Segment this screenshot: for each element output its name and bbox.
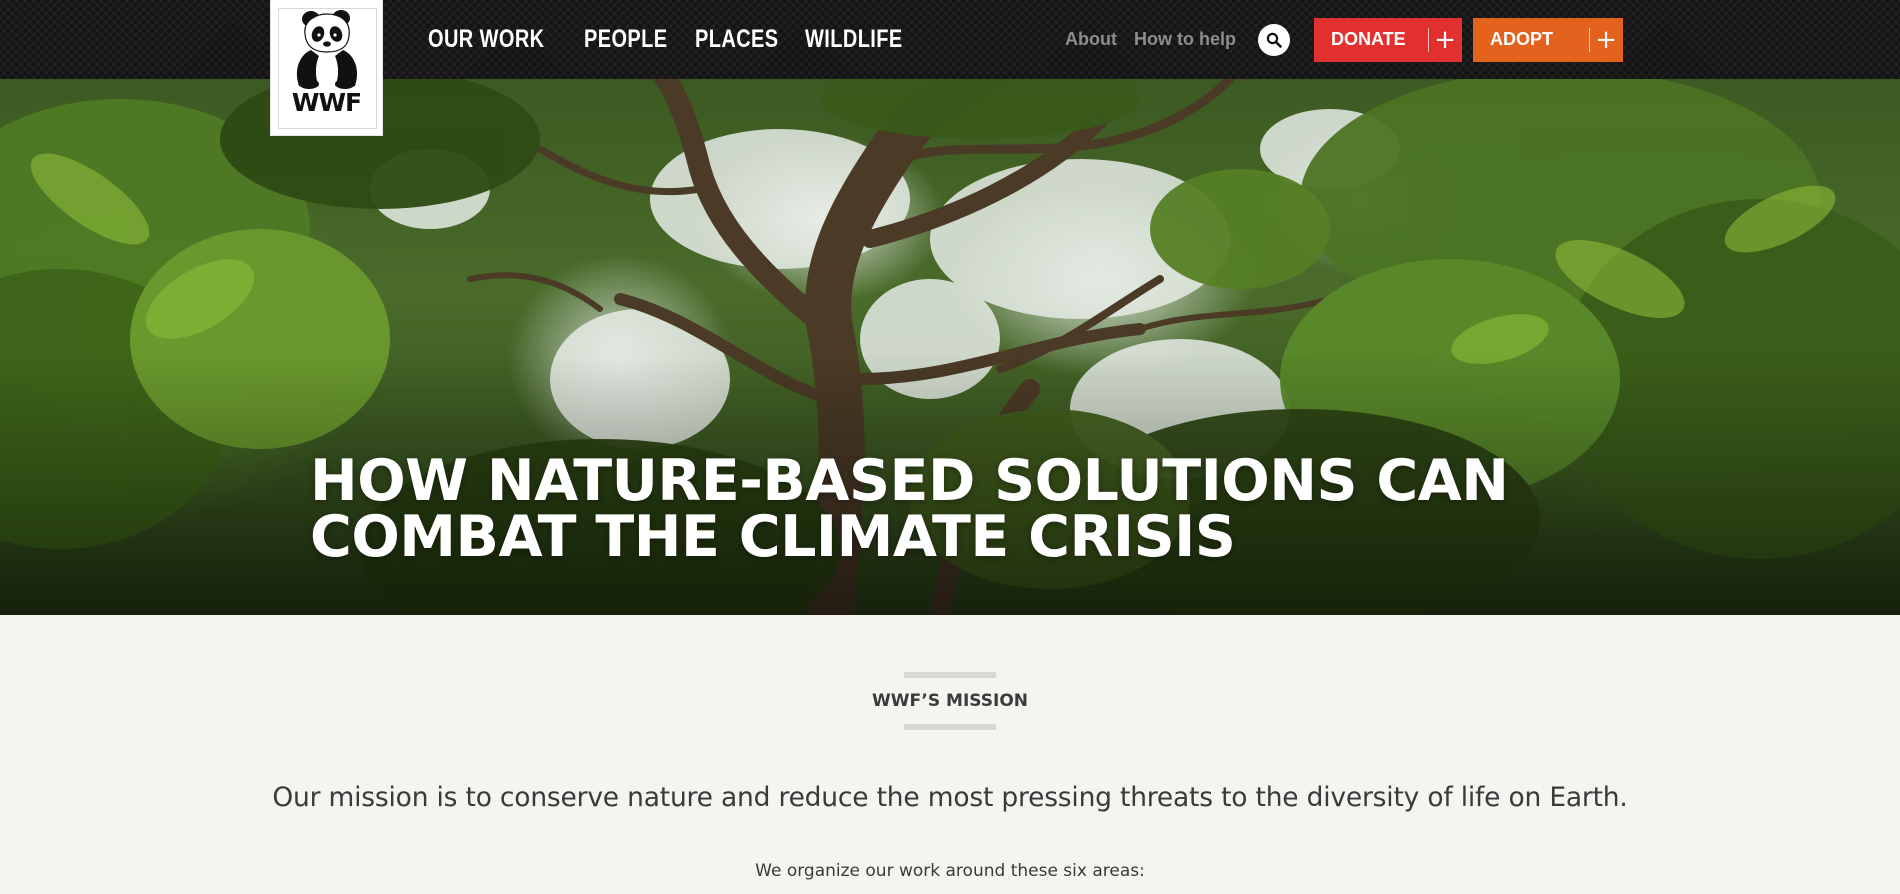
hero-headline[interactable]: HOW NATURE-BASED SOLUTIONS CAN COMBAT TH…	[310, 448, 1610, 570]
hero-headline-line-2: COMBAT THE CLIMATE CRISIS	[310, 504, 1236, 570]
adopt-button[interactable]: ADOPT +	[1472, 17, 1623, 62]
eyebrow-divider-bottom	[904, 724, 996, 730]
about-link[interactable]: About	[1065, 29, 1117, 50]
logo-wordmark: WWF	[291, 88, 362, 117]
nav-people[interactable]: PEOPLE	[584, 25, 673, 54]
wwf-logo[interactable]: WWF	[270, 0, 383, 136]
search-button[interactable]	[1257, 23, 1290, 56]
adopt-expand-plus-icon[interactable]: +	[1588, 18, 1623, 62]
mission-statement: Our mission is to conserve nature and re…	[272, 782, 1628, 813]
search-icon	[1266, 32, 1282, 48]
utility-navigation: About How to help DONATE + ADOPT +	[1065, 0, 1623, 79]
panda-logo-icon	[296, 10, 358, 89]
main-navigation: OUR WORK PEOPLE PLACES WILDLIFE	[428, 0, 973, 79]
donate-expand-plus-icon[interactable]: +	[1427, 18, 1462, 62]
eyebrow-divider-top	[904, 672, 996, 678]
adopt-label: ADOPT	[1489, 29, 1553, 49]
how-to-help-link[interactable]: How to help	[1134, 29, 1236, 50]
hero-banner: HOW NATURE-BASED SOLUTIONS CAN COMBAT TH…	[0, 79, 1900, 615]
mission-eyebrow: WWF’S MISSION	[871, 691, 1029, 711]
donate-label: DONATE	[1330, 29, 1406, 49]
mission-subtext: We organize our work around these six ar…	[755, 861, 1145, 881]
donate-button[interactable]: DONATE +	[1313, 17, 1462, 62]
hero-headline-line-1: HOW NATURE-BASED SOLUTIONS CAN	[310, 448, 1509, 514]
nav-our-work[interactable]: OUR WORK	[428, 25, 553, 54]
mission-section: WWF’S MISSION Our mission is to conserve…	[0, 615, 1900, 894]
nav-places[interactable]: PLACES	[695, 25, 783, 54]
nav-wildlife[interactable]: WILDLIFE	[805, 25, 903, 54]
